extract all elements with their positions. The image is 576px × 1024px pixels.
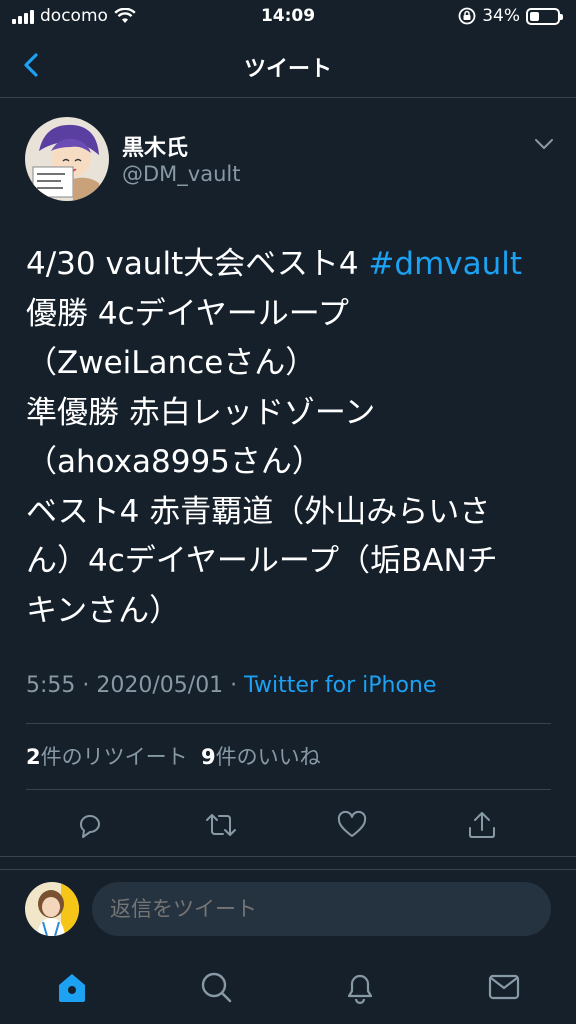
- tweet-line: （ahoxa8995さん）: [26, 444, 323, 480]
- tab-bar: [0, 950, 576, 1024]
- tweet-line: 準優勝 赤白レッドゾーン: [26, 394, 376, 431]
- status-bar: docomo 14:09 34%: [0, 0, 576, 34]
- system-indicators: 34%: [458, 6, 563, 26]
- tweet-line: （ZweiLanceさん）: [26, 345, 317, 381]
- rotation-lock-icon: [458, 7, 476, 25]
- tweet-line: キンさん）: [26, 592, 181, 629]
- like-icon[interactable]: [335, 808, 369, 842]
- tweet-stats: 2件のリツイート 9件のいいね: [26, 741, 321, 771]
- section-separator: [0, 856, 576, 870]
- tweet-line: ん）4cデイヤーループ（垢BANチ: [26, 543, 498, 579]
- retweet-icon[interactable]: [204, 808, 238, 842]
- reply-icon[interactable]: [73, 808, 107, 842]
- user-avatar[interactable]: [25, 882, 79, 936]
- tweet-source-link[interactable]: Twitter for iPhone: [244, 673, 436, 698]
- author-handle[interactable]: @DM_vault: [122, 162, 240, 186]
- notifications-icon[interactable]: [343, 969, 377, 1005]
- tweet-actions: [0, 800, 576, 850]
- retweet-label[interactable]: 件のリツイート: [41, 745, 188, 769]
- author-avatar[interactable]: [25, 117, 109, 201]
- tweet-line: 優勝 4cデイヤーループ: [26, 295, 349, 332]
- battery-percent: 34%: [482, 6, 520, 26]
- hashtag-link[interactable]: #dmvault: [368, 246, 522, 282]
- divider: [26, 723, 551, 724]
- divider: [26, 789, 551, 790]
- battery-level: [530, 11, 539, 21]
- search-icon[interactable]: [199, 969, 233, 1005]
- author-name[interactable]: 黒木氏: [122, 130, 188, 162]
- page-title: ツイート: [243, 57, 332, 82]
- share-icon[interactable]: [465, 808, 499, 842]
- home-icon[interactable]: [55, 969, 89, 1005]
- like-count[interactable]: 9: [201, 745, 216, 769]
- tweet-meta: 5:55 · 2020/05/01 · Twitter for iPhone: [26, 673, 436, 698]
- reply-input[interactable]: [92, 882, 551, 936]
- tweet-line: ベスト4 赤青覇道（外山みらいさ: [26, 493, 491, 530]
- chevron-down-icon[interactable]: [533, 136, 555, 152]
- tweet-text: 4/30 vault大会ベスト4 #dmvault 優勝 4cデイヤーループ （…: [26, 240, 556, 636]
- messages-icon[interactable]: [487, 969, 521, 1005]
- battery-icon: [526, 7, 563, 25]
- tweet-timestamp: 5:55 · 2020/05/01 ·: [26, 673, 245, 698]
- like-label[interactable]: 件のいいね: [216, 745, 321, 769]
- tweet-line-text: 4/30 vault大会ベスト4: [26, 246, 369, 282]
- navigation-header: ツイート: [0, 34, 576, 98]
- tweet-line: 4/30 vault大会ベスト4 #dmvault: [26, 240, 556, 290]
- retweet-count[interactable]: 2: [26, 745, 41, 769]
